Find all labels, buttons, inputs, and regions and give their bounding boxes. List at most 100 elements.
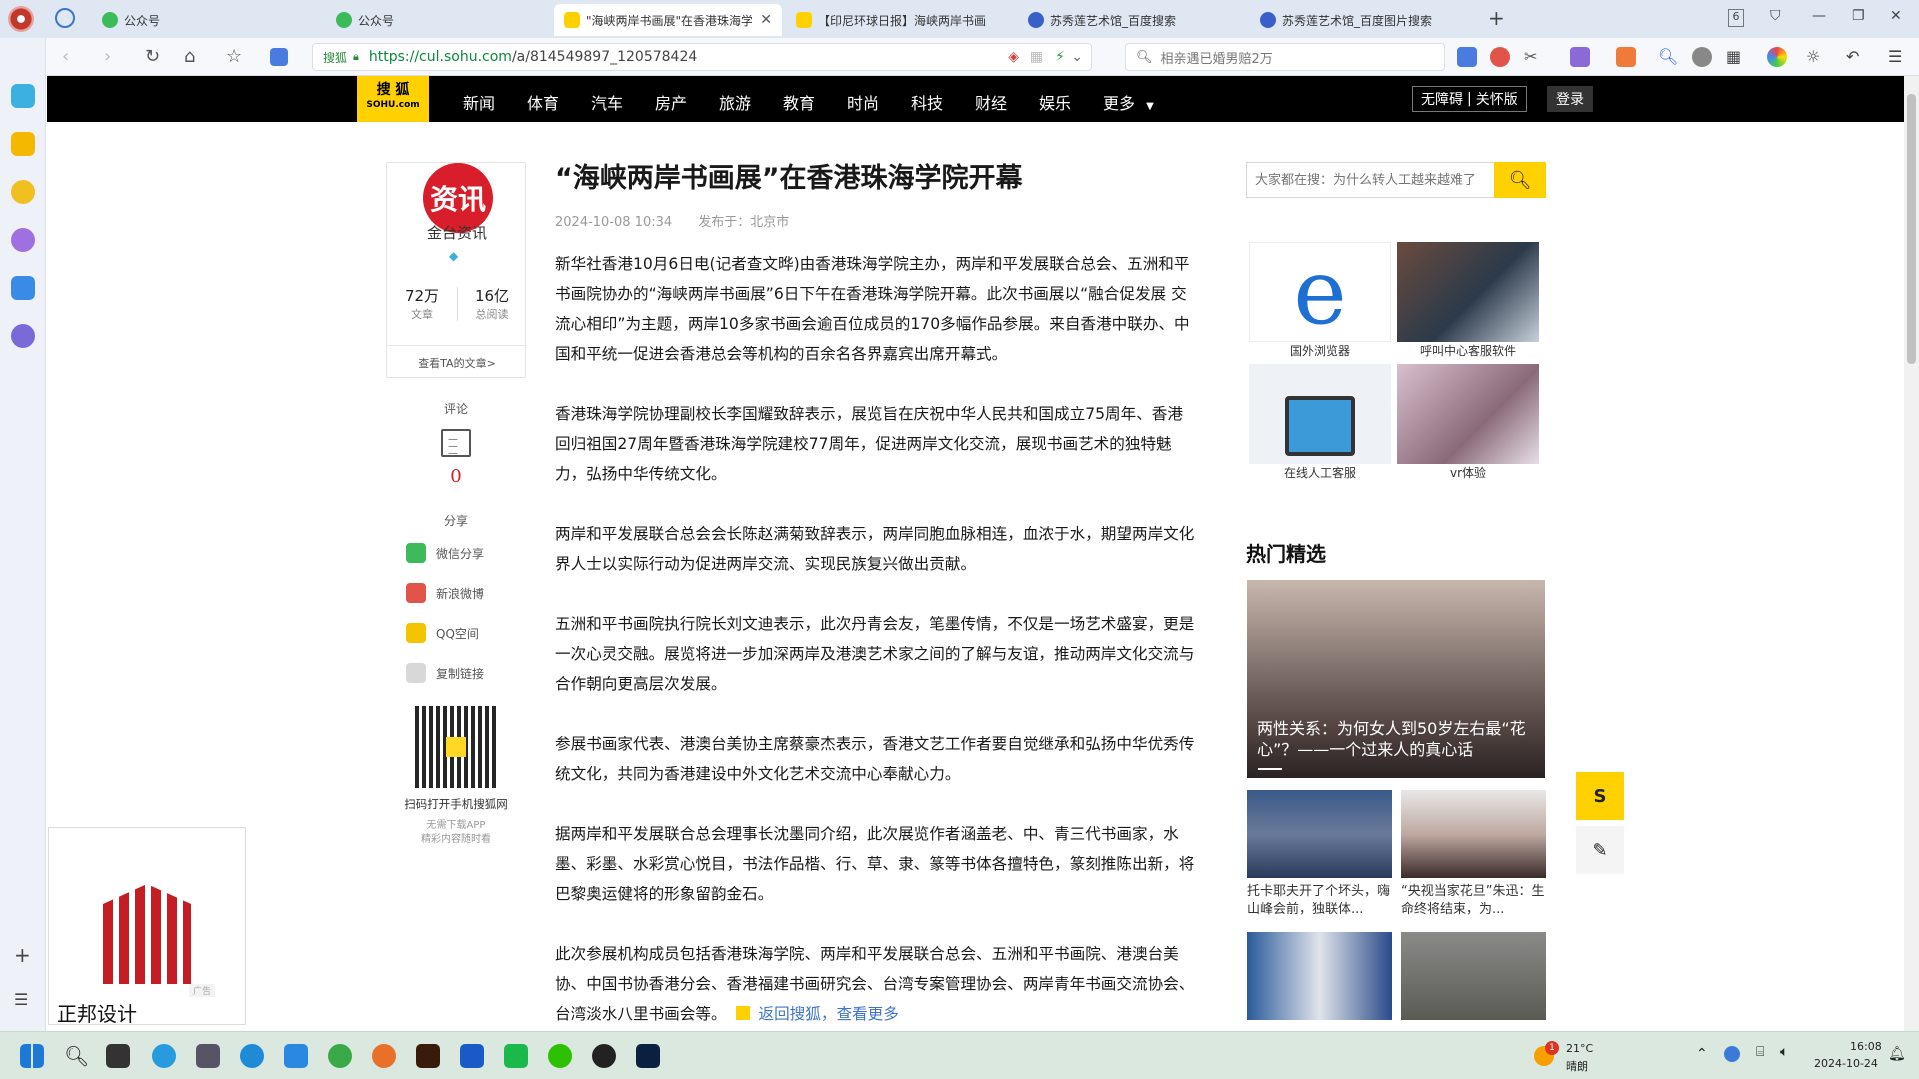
ad-tile[interactable]: vr体验 [1397,364,1539,481]
notification-bell-icon[interactable]: 🔔︎ [1888,1046,1906,1062]
browser-tab-active[interactable]: "海峡两岸书画展"在香港珠海学 ✕ [554,4,782,36]
browser-tab-5[interactable]: 苏秀莲艺术馆_百度搜索 [1018,4,1246,36]
scrollbar-thumb[interactable] [1907,94,1916,364]
menu-icon[interactable]: ☰ [1888,47,1908,67]
hot-item-image[interactable] [1401,932,1546,1020]
page-scrollbar[interactable] [1904,76,1919,1031]
edge-icon[interactable] [152,1044,176,1068]
share-qzone[interactable]: QQ空间 [406,622,479,644]
weather-desc[interactable]: 晴朗 [1566,1058,1588,1074]
nav-item-education[interactable]: 教育 [783,90,815,114]
browser-tab-6[interactable]: 苏秀莲艺术馆_百度图片搜索 [1250,4,1478,36]
nav-item-tech[interactable]: 科技 [911,90,943,114]
tab-nav-icon[interactable] [55,8,75,28]
accessibility-toggle[interactable]: 无障碍 | 关怀版 [1412,86,1527,112]
tray-app-icon[interactable] [1724,1046,1740,1062]
write-float-button[interactable]: ✎ [1576,826,1624,874]
windows-start-icon[interactable] [20,1044,44,1068]
bottom-left-ad[interactable]: 正邦设计 广告 [48,827,246,1026]
browser-tab-4[interactable]: 【印尼环球日报】海峡两岸书画 [786,4,1014,36]
sidebar-plus-app-icon[interactable] [11,84,35,108]
tray-chevron-up-icon[interactable]: ⌃ [1696,1046,1708,1062]
translate-icon[interactable] [1570,47,1590,67]
weibo-icon[interactable] [1490,47,1510,67]
site-search-input[interactable] [1247,163,1493,197]
back-button[interactable]: ‹ [62,46,69,67]
app-orange-icon[interactable] [372,1044,396,1068]
search-icon[interactable]: 🔍︎ [64,1044,89,1068]
browser-search-box[interactable]: 🔍︎ 相亲遇已婚男赔2万 [1125,43,1445,71]
author-name[interactable]: 金台资讯 [387,222,527,243]
nav-item-ent[interactable]: 娱乐 [1039,90,1071,114]
clock-time[interactable]: 16:08 [1850,1040,1882,1053]
share-weibo[interactable]: 新浪微博 [406,582,484,604]
game-icon[interactable] [1616,47,1636,67]
window-app-icon[interactable] [196,1044,220,1068]
site-search-button[interactable]: 🔍︎ [1494,162,1546,198]
scissors-icon[interactable]: ✂ [1524,47,1544,67]
sidebar-ai-icon[interactable] [11,228,35,252]
ad-tile[interactable]: e 国外浏览器 [1249,240,1391,359]
network-icon[interactable]: ⌸ [1756,1044,1764,1060]
ai-assistant-icon[interactable] [270,48,288,66]
app-green-icon[interactable] [504,1044,528,1068]
brightness-icon[interactable]: ☼ [1806,47,1826,67]
chevron-down-icon[interactable]: ⌄ [1071,49,1083,65]
mail-icon[interactable] [1457,47,1477,67]
ad-tile[interactable]: 呼叫中心客服软件 [1397,242,1539,359]
clock-date[interactable]: 2024-10-24 [1814,1057,1878,1070]
weather-temp[interactable]: 21°C [1566,1042,1593,1055]
sidebar-bot-icon[interactable] [11,324,35,348]
nav-item-auto[interactable]: 汽车 [591,90,623,114]
photoshop-icon[interactable] [636,1044,660,1068]
url-bar[interactable]: 搜狐 🔒︎ https://cul.sohu.com /a/814549897_… [312,43,1092,71]
ad-tile[interactable]: 在线人工客服 [1249,364,1391,481]
close-tab-icon[interactable]: ✕ [760,12,772,28]
hot-item[interactable]: “央视当家花旦”朱迅：生命终将结束，为... [1401,790,1546,919]
back-to-sohu-link[interactable]: 返回搜狐，查看更多 [758,1005,898,1023]
nav-item-news[interactable]: 新闻 [463,90,495,114]
volume-icon[interactable]: 🔈︎ [1780,1044,1788,1060]
shirt-skin-icon[interactable]: ⛉ [1770,8,1781,24]
hot-main-caption[interactable]: 两性关系：为何女人到50岁左右最“花心”？——一个过来人的真心话 [1257,718,1537,760]
hot-item-image[interactable] [1247,932,1392,1020]
app-blue-icon[interactable] [460,1044,484,1068]
share-copy-link[interactable]: 复制链接 [406,662,484,684]
new-tab-button[interactable]: + [1488,6,1505,30]
sohu-app-float-button[interactable]: S [1576,772,1624,820]
ad-tag[interactable]: 广告 [189,984,216,997]
nav-item-house[interactable]: 房产 [655,90,687,114]
home-button[interactable]: ⌂ [184,46,195,67]
restore-button[interactable]: ❐ [1852,8,1865,24]
login-button[interactable]: 登录 [1547,86,1593,112]
close-window-button[interactable]: ✕ [1890,8,1902,24]
tab-count-badge[interactable]: 6 [1728,9,1744,27]
browser-tab-2[interactable]: 公众号 [326,4,554,36]
ie-icon[interactable] [240,1044,264,1068]
sidebar-ai-blue-icon[interactable] [11,276,35,300]
minimize-button[interactable]: — [1812,8,1826,24]
color-wheel-icon[interactable] [1767,47,1787,67]
sidebar-add-icon[interactable]: + [14,943,31,967]
nav-item-sports[interactable]: 体育 [527,90,559,114]
undo-icon[interactable]: ↶ [1846,47,1866,67]
favorite-star-button[interactable]: ☆ [226,46,242,67]
comment-icon[interactable]: — — — [441,429,471,459]
apps-grid-icon[interactable]: ▦ [1726,47,1746,67]
share-wechat[interactable]: 微信分享 [406,542,484,564]
task-view-icon[interactable] [106,1044,130,1068]
reader-icon[interactable]: ▦ [1030,49,1043,65]
nav-item-finance[interactable]: 财经 [975,90,1007,114]
browser-active-icon[interactable] [328,1044,352,1068]
sidebar-chat-icon[interactable] [11,180,35,204]
browser-logo-icon[interactable] [8,6,34,32]
sidebar-list-icon[interactable]: ☰ [14,990,28,1009]
shield-icon[interactable]: ◈ [1008,49,1019,65]
illustrator-icon[interactable] [416,1044,440,1068]
extension-icon[interactable] [1692,47,1712,67]
wechat-icon[interactable] [548,1044,572,1068]
nav-item-more[interactable]: 更多 ▼ [1103,90,1154,114]
qq-penguin-icon[interactable] [592,1044,616,1068]
reload-button[interactable]: ↻ [145,46,160,67]
hot-item[interactable]: 托卡耶夫开了个坏头，嗨山峰会前，独联体... [1247,790,1392,919]
